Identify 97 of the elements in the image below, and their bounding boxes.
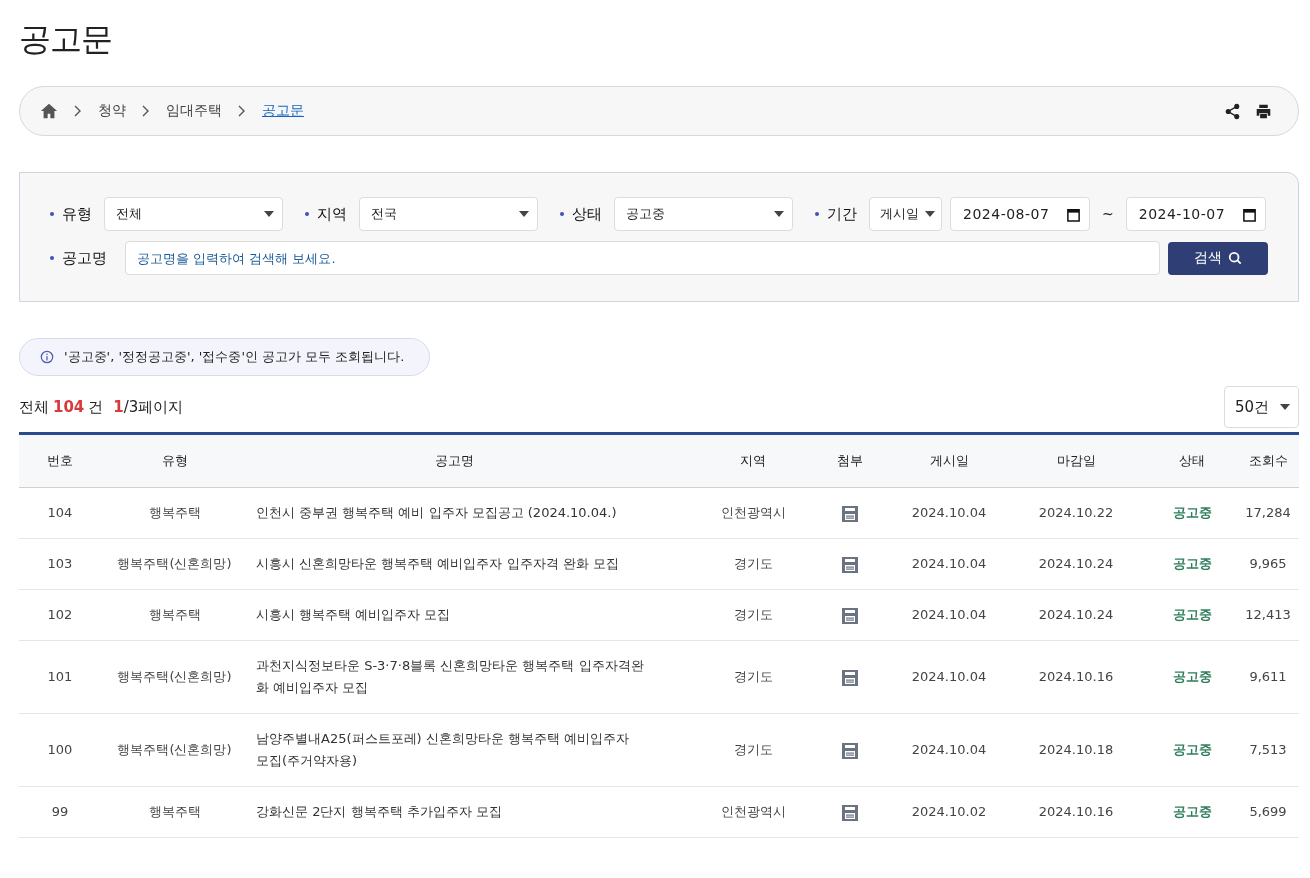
status-text: 공고중 <box>1147 589 1237 641</box>
table-cell: 104 <box>19 487 101 539</box>
print-icon[interactable] <box>1255 102 1272 120</box>
total-count: 104 <box>53 398 85 416</box>
column-header: 상태 <box>1147 433 1237 488</box>
date-separator: ~ <box>1102 206 1114 222</box>
page-count: /3페이지 <box>123 397 184 416</box>
table-cell: 101 <box>19 640 101 714</box>
chevron-icon <box>238 105 246 117</box>
table-cell: 2024.10.24 <box>1005 589 1147 641</box>
date-field[interactable]: 2024-10-07 <box>1125 197 1266 231</box>
table-cell: 102 <box>19 589 101 641</box>
caret-icon <box>519 211 529 217</box>
notice-title-link[interactable]: 과천지식정보타운 S-3·7·8블록 신혼희망타운 행복주택 입주자격완화 예비입주자 모집 <box>256 655 646 699</box>
table-cell: 2024.10.04 <box>893 640 1005 714</box>
current-page: 1 <box>113 397 124 416</box>
notice-text: '공고중', '정정공고중', '접수중'인 공고가 모두 조회됩니다. <box>64 348 405 366</box>
table-cell: 103 <box>19 538 101 590</box>
column-header: 유형 <box>101 433 248 488</box>
status-text: 공고중 <box>1147 487 1237 539</box>
caret-icon <box>1280 404 1290 410</box>
filter-label: 공고명 <box>50 248 107 268</box>
filter-label: 기간 <box>815 204 857 224</box>
column-header: 지역 <box>699 433 807 488</box>
table-cell: 99 <box>19 786 101 838</box>
calendar-icon <box>1066 206 1081 222</box>
table-cell: 2024.10.04 <box>893 713 1005 787</box>
status-text: 공고중 <box>1147 713 1237 787</box>
table-cell: 2024.10.04 <box>893 487 1005 539</box>
notice-name-field[interactable]: 공고명을 입력하여 검색해 보세요. <box>125 241 1160 275</box>
date-field[interactable]: 2024-08-07 <box>950 197 1090 231</box>
table-cell: 행복주택 <box>101 487 248 539</box>
table-cell: 행복주택 <box>101 589 248 641</box>
filter-label: 상태 <box>560 204 602 224</box>
table-cell: 5,699 <box>1237 786 1299 838</box>
notice-title-link[interactable]: 인천시 중부권 행복주택 예비 입주자 모집공고 (2024.10.04.) <box>256 502 646 524</box>
filter-dropdown[interactable]: 공고중 <box>614 197 793 231</box>
table-cell: 9,965 <box>1237 538 1299 590</box>
column-header: 번호 <box>19 433 101 488</box>
date-basis-dropdown[interactable]: 게시일 <box>869 197 942 231</box>
calendar-icon <box>1241 206 1257 222</box>
search-button[interactable]: 검색 <box>1168 241 1268 275</box>
table-cell: 12,413 <box>1237 589 1299 641</box>
table-cell: 7,513 <box>1237 713 1299 787</box>
breadcrumb-link[interactable]: 공고문 <box>262 102 304 120</box>
status-text: 공고중 <box>1147 786 1237 838</box>
table-cell: 인천광역시 <box>699 786 807 838</box>
table-cell: 경기도 <box>699 713 807 787</box>
table-cell: 경기도 <box>699 640 807 714</box>
table-cell: 인천광역시 <box>699 487 807 539</box>
home-icon[interactable] <box>40 102 58 120</box>
notice-title-link[interactable]: 남양주별내A25(퍼스트포레) 신혼희망타운 행복주택 예비입주자 모집(주거약자용) <box>256 728 646 772</box>
column-header: 첨부 <box>807 433 893 488</box>
table-cell: 2024.10.24 <box>1005 538 1147 590</box>
table-cell: 행복주택(신혼희망) <box>101 640 248 714</box>
filter-label: 유형 <box>50 204 92 224</box>
table-cell: 2024.10.04 <box>893 589 1005 641</box>
table-cell: 100 <box>19 713 101 787</box>
table-cell: 행복주택 <box>101 786 248 838</box>
info-icon <box>40 350 54 364</box>
filter-label: 지역 <box>305 204 347 224</box>
column-header: 마감일 <box>1005 433 1147 488</box>
filter-dropdown[interactable]: 전국 <box>359 197 538 231</box>
column-header: 조회수 <box>1237 433 1299 488</box>
table-cell: 경기도 <box>699 538 807 590</box>
table-cell: 경기도 <box>699 589 807 641</box>
table-cell: 2024.10.22 <box>1005 487 1147 539</box>
search-icon <box>1228 251 1242 265</box>
breadcrumb-link[interactable]: 청약 <box>98 102 126 120</box>
notice-title-link[interactable]: 시흥시 신혼희망타운 행복주택 예비입주자 입주자격 완화 모집 <box>256 553 646 575</box>
table-cell: 2024.10.18 <box>1005 713 1147 787</box>
column-header: 공고명 <box>248 433 699 488</box>
table-cell: 2024.10.16 <box>1005 640 1147 714</box>
notice-title-link[interactable]: 시흥시 행복주택 예비입주자 모집 <box>256 604 646 626</box>
caret-icon <box>264 211 274 217</box>
chevron-icon <box>74 105 82 117</box>
table-cell: 9,611 <box>1237 640 1299 714</box>
filter-dropdown[interactable]: 전체 <box>104 197 283 231</box>
table-cell: 행복주택(신혼희망) <box>101 538 248 590</box>
page-title: 공고문 <box>19 19 113 60</box>
count-unit: 건 <box>88 397 104 417</box>
table-cell: 2024.10.02 <box>893 786 1005 838</box>
column-header: 게시일 <box>893 433 1005 488</box>
total-label: 전체 <box>19 397 49 417</box>
table-cell: 2024.10.16 <box>1005 786 1147 838</box>
breadcrumb-link[interactable]: 임대주택 <box>166 102 222 120</box>
table-cell: 17,284 <box>1237 487 1299 539</box>
page-size-dropdown[interactable]: 50건 <box>1224 386 1299 428</box>
notice-title-link[interactable]: 강화신문 2단지 행복주택 추가입주자 모집 <box>256 801 646 823</box>
caret-icon <box>925 211 935 217</box>
status-text: 공고중 <box>1147 538 1237 590</box>
table-cell: 2024.10.04 <box>893 538 1005 590</box>
status-text: 공고중 <box>1147 640 1237 714</box>
share-icon[interactable] <box>1224 102 1241 120</box>
chevron-icon <box>142 105 150 117</box>
table-cell: 행복주택(신혼희망) <box>101 713 248 787</box>
caret-icon <box>774 211 784 217</box>
